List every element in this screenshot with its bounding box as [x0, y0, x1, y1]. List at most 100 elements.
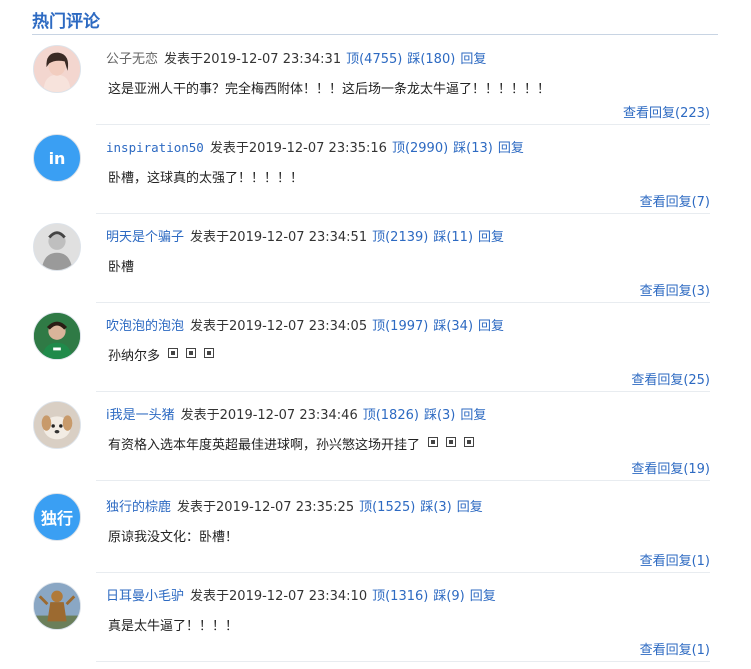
upvote-button[interactable]: 顶(1826) [363, 408, 419, 423]
comment-text-content: 这是亚洲人干的事？完全梅西附体！！！这后场一条龙太牛逼了！！！！！！ [108, 82, 551, 97]
comment-divider [96, 302, 710, 303]
view-replies-link[interactable]: 查看回复(19) [631, 458, 710, 477]
user-avatar[interactable]: 独行 [33, 493, 81, 541]
comment-divider [96, 213, 710, 214]
comment-text: 这是亚洲人干的事？完全梅西附体！！！这后场一条龙太牛逼了！！！！！！ [108, 78, 550, 97]
comment-text: 孙纳尔多 [108, 345, 215, 364]
broken-emoji-icon [204, 348, 215, 358]
comment-timestamp: 2019-12-07 23:34:51 [229, 230, 368, 245]
comment-item: 吹泡泡的泡泡 发表于2019-12-07 23:34:05 顶(1997) 踩(34)… [0, 307, 751, 395]
comment-text: 真是太牛逼了！！！！ [108, 615, 238, 634]
comment-text-content: 卧槽，这球真的太强了！！！！！ [108, 171, 304, 186]
view-replies-link[interactable]: 查看回复(1) [640, 639, 710, 658]
user-avatar[interactable] [33, 582, 81, 630]
comment-text: 卧槽 [108, 256, 134, 275]
downvote-button[interactable]: 踩(3) [424, 408, 455, 423]
comment-meta: i我是一头猪 发表于2019-12-07 23:34:46 顶(1826) 踩(3) 回… [106, 404, 486, 423]
upvote-button[interactable]: 顶(1316) [372, 589, 428, 604]
comment-meta: 公子无恋 发表于2019-12-07 23:34:31 顶(4755) 踩(180) 回… [106, 48, 486, 67]
upvote-button[interactable]: 顶(2990) [392, 141, 448, 156]
comment-text: 原谅我没文化：卧槽！ [108, 526, 238, 545]
downvote-button[interactable]: 踩(9) [433, 589, 464, 604]
downvote-button[interactable]: 踩(11) [433, 230, 473, 245]
comment-timestamp: 2019-12-07 23:35:25 [216, 500, 355, 515]
username-link[interactable]: 吹泡泡的泡泡 [106, 319, 184, 334]
posted-label: 发表于 [209, 141, 249, 156]
comment-meta: 明天是个骗子 发表于2019-12-07 23:34:51 顶(2139) 踩(11)… [106, 226, 504, 245]
comment-divider [96, 480, 710, 481]
comment-item: 独行 独行的棕鹿 发表于2019-12-07 23:35:25 顶(1525) 踩(3)… [0, 488, 751, 576]
user-avatar[interactable]: in [33, 134, 81, 182]
reply-button[interactable]: 回复 [470, 589, 496, 604]
user-avatar[interactable] [33, 401, 81, 449]
avatar-initials: in [48, 148, 66, 168]
comment-meta: 独行的棕鹿 发表于2019-12-07 23:35:25 顶(1525) 踩(3) 回复 [106, 496, 483, 515]
user-avatar[interactable] [33, 45, 81, 93]
username-link[interactable]: i我是一头猪 [106, 408, 175, 423]
broken-emoji-icon [168, 348, 179, 358]
comment-text-content: 原谅我没文化：卧槽！ [108, 530, 239, 545]
woman-portrait-icon [34, 46, 80, 92]
comment-divider [96, 661, 710, 662]
comment-meta: inspiration50 发表于2019-12-07 23:35:16 顶(299… [106, 137, 524, 156]
avatar-initials: 独行 [40, 509, 73, 528]
username-link[interactable]: 明天是个骗子 [106, 230, 184, 245]
view-replies-link[interactable]: 查看回复(25) [631, 369, 710, 388]
upvote-button[interactable]: 顶(1997) [372, 319, 428, 334]
broken-emoji-icon [186, 348, 197, 358]
comment-text-content: 卧槽 [108, 260, 135, 275]
posted-label: 发表于 [177, 500, 217, 515]
comment-meta: 日耳曼小毛驴 发表于2019-12-07 23:34:10 顶(1316) 踩(9) 回… [106, 585, 496, 604]
reply-button[interactable]: 回复 [460, 52, 486, 67]
upvote-button[interactable]: 顶(2139) [372, 230, 428, 245]
reply-button[interactable]: 回复 [457, 500, 483, 515]
comment-timestamp: 2019-12-07 23:34:05 [229, 319, 368, 334]
comment-text-content: 有资格入选本年度英超最佳进球啊，孙兴慜这场开挂了 [108, 438, 421, 453]
downvote-button[interactable]: 踩(3) [420, 500, 451, 515]
upvote-button[interactable]: 顶(1525) [359, 500, 415, 515]
comment-divider [96, 572, 710, 573]
posted-label: 发表于 [164, 52, 204, 67]
comment-item: 日耳曼小毛驴 发表于2019-12-07 23:34:10 顶(1316) 踩(9) 回… [0, 577, 751, 665]
posted-label: 发表于 [190, 230, 230, 245]
comment-divider [96, 391, 710, 392]
downvote-button[interactable]: 踩(13) [453, 141, 493, 156]
broken-emoji-icon [464, 437, 475, 447]
posted-label: 发表于 [180, 408, 220, 423]
downvote-button[interactable]: 踩(180) [407, 52, 455, 67]
username-link[interactable]: 独行的棕鹿 [106, 500, 171, 515]
comment-timestamp: 2019-12-07 23:34:31 [203, 52, 342, 67]
reply-button[interactable]: 回复 [460, 408, 486, 423]
user-avatar[interactable] [33, 223, 81, 271]
comment-timestamp: 2019-12-07 23:34:10 [229, 589, 368, 604]
comment-meta: 吹泡泡的泡泡 发表于2019-12-07 23:34:05 顶(1997) 踩(34)… [106, 315, 504, 334]
upvote-button[interactable]: 顶(4755) [346, 52, 402, 67]
username-link[interactable]: 公子无恋 [106, 52, 158, 67]
comment-item: i我是一头猪 发表于2019-12-07 23:34:46 顶(1826) 踩(3) 回… [0, 396, 751, 484]
section-title: 热门评论 [32, 12, 100, 32]
view-replies-link[interactable]: 查看回复(223) [623, 102, 710, 121]
view-replies-link[interactable]: 查看回复(7) [640, 191, 710, 210]
reply-button[interactable]: 回复 [478, 230, 504, 245]
comment-timestamp: 2019-12-07 23:34:46 [219, 408, 358, 423]
title-divider [32, 34, 718, 35]
comment-item: 明天是个骗子 发表于2019-12-07 23:34:51 顶(2139) 踩(11)… [0, 218, 751, 306]
puppy-portrait-icon [34, 402, 80, 448]
downvote-button[interactable]: 踩(34) [433, 319, 473, 334]
footballer-portrait-icon [34, 313, 80, 359]
comment-item: 公子无恋 发表于2019-12-07 23:34:31 顶(4755) 踩(180) 回… [0, 40, 751, 128]
broken-emoji-icon [446, 437, 457, 447]
user-avatar[interactable] [33, 312, 81, 360]
view-replies-link[interactable]: 查看回复(1) [640, 550, 710, 569]
reply-button[interactable]: 回复 [498, 141, 524, 156]
comment-text-content: 真是太牛逼了！！！！ [108, 619, 239, 634]
username-link[interactable]: 日耳曼小毛驴 [106, 589, 184, 604]
username-link[interactable]: inspiration50 [106, 140, 204, 155]
broken-emoji-icon [428, 437, 439, 447]
sketch-portrait-icon [34, 224, 80, 270]
comment-timestamp: 2019-12-07 23:35:16 [248, 141, 387, 156]
reply-button[interactable]: 回复 [478, 319, 504, 334]
view-replies-link[interactable]: 查看回复(3) [640, 280, 710, 299]
comment-text: 卧槽，这球真的太强了！！！！！ [108, 167, 303, 186]
statue-portrait-icon [34, 583, 80, 629]
